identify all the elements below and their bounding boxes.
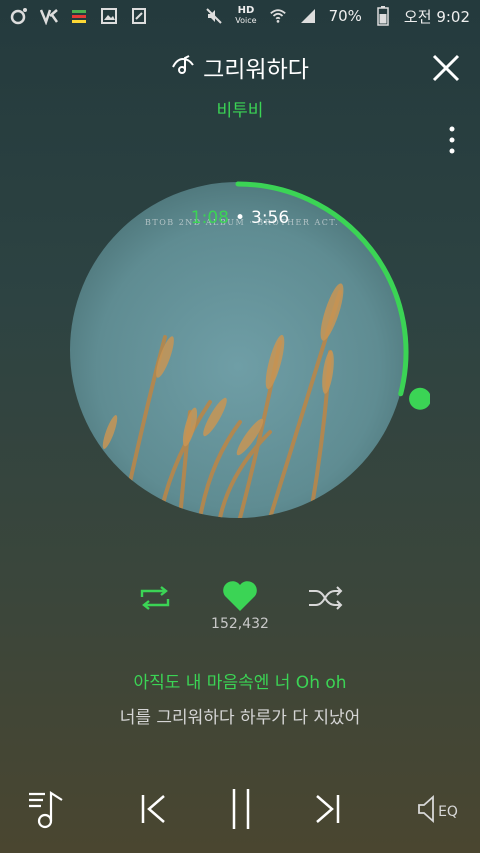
transport-controls: EQ [0, 785, 480, 835]
heart-icon [223, 581, 257, 611]
time-separator: • [234, 208, 246, 228]
gallery-icon [100, 7, 118, 25]
eq-label: EQ [438, 804, 458, 820]
voice-label: Voice [235, 16, 257, 25]
music-note-hand-icon [171, 53, 195, 81]
more-options-button[interactable] [448, 126, 456, 154]
artist-name[interactable]: 비투비 [0, 96, 480, 121]
repeat-button[interactable] [138, 582, 172, 614]
more-vertical-icon [449, 126, 455, 154]
mute-icon [205, 7, 223, 25]
status-bar: HD Voice 70% 오전 9:02 [0, 0, 480, 32]
lyric-next[interactable]: 너를 그리워하다 하루가 다 지났어 [0, 703, 480, 728]
title-row: 그리워하다 [0, 50, 480, 84]
next-button[interactable] [313, 791, 345, 827]
lyric-current[interactable]: 아직도 내 마음속엔 너 Oh oh [0, 668, 480, 693]
status-left [10, 7, 148, 25]
pause-icon [232, 789, 250, 829]
edit-doc-icon [130, 7, 148, 25]
playback-options [0, 578, 480, 618]
close-button[interactable] [430, 52, 462, 84]
clock-ampm: 오전 [403, 7, 432, 26]
progress-knob[interactable] [409, 387, 430, 410]
signal-icon [299, 7, 317, 25]
clock-time: 9:02 [436, 7, 470, 26]
speaker-icon [418, 794, 434, 824]
repeat-icon [140, 586, 170, 610]
battery-icon [374, 6, 392, 26]
shuffle-icon [309, 586, 343, 610]
song-title: 그리워하다 [203, 57, 309, 83]
status-right: HD Voice 70% 오전 9:02 [205, 6, 470, 27]
elapsed-time: 1:08 [190, 208, 229, 228]
shuffle-button[interactable] [307, 582, 345, 614]
vk-icon [40, 7, 58, 25]
total-duration: 3:56 [251, 208, 290, 228]
app-circle-icon [10, 7, 28, 25]
like-button[interactable] [221, 578, 259, 614]
previous-icon [141, 795, 165, 823]
time-display: 1:08 • 3:56 [0, 208, 480, 228]
like-count: 152,432 [211, 616, 269, 632]
hd-voice-icon: HD Voice [235, 6, 256, 26]
song-header: 그리워하다 비투비 [0, 50, 480, 121]
playlist-button[interactable] [26, 787, 68, 831]
eq-button[interactable]: EQ [414, 791, 460, 827]
clock: 오전 9:02 [404, 6, 470, 27]
next-icon [316, 795, 340, 823]
wifi-icon [269, 7, 287, 25]
close-icon [432, 54, 460, 82]
playlist-icon [29, 790, 63, 829]
previous-button[interactable] [136, 791, 168, 827]
battery-percent: 70% [328, 7, 362, 25]
colorbars-icon [70, 7, 88, 25]
hd-label: HD [237, 5, 255, 16]
pause-button[interactable] [225, 785, 257, 833]
